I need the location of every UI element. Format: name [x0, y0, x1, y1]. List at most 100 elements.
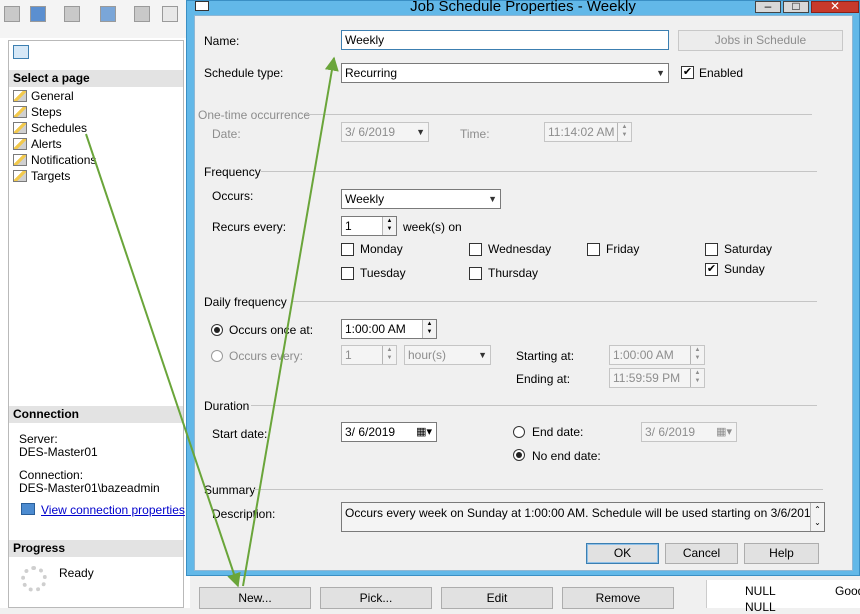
page-item-steps[interactable]: Steps	[13, 104, 62, 120]
summary-group-label: Summary	[204, 483, 256, 497]
recurs-every-spinner[interactable]: 1 ▲ ▼	[341, 216, 397, 236]
page-item-general[interactable]: General	[13, 88, 74, 104]
minimize-button[interactable]: –	[755, 0, 781, 13]
start-date-picker[interactable]: 3/ 6/2019 ▦▾	[341, 422, 437, 442]
page-icon	[13, 154, 27, 166]
page-item-schedules[interactable]: Schedules	[13, 120, 87, 136]
one-time-date-value: 3/ 6/2019	[345, 125, 396, 139]
jobs-in-schedule-button[interactable]: Jobs in Schedule	[678, 30, 843, 51]
grid-cell[interactable]: NULL	[745, 584, 776, 598]
friday-checkbox[interactable]	[587, 243, 600, 256]
sunday-label: Sunday	[724, 262, 765, 276]
maximize-button[interactable]: □	[783, 0, 809, 13]
ok-button[interactable]: OK	[586, 543, 659, 564]
occurs-value: Weekly	[345, 192, 385, 206]
page-item-notifications[interactable]: Notifications	[13, 152, 96, 168]
ending-at-value: 11:59:59 PM	[613, 371, 681, 385]
occurs-label: Occurs:	[212, 189, 254, 203]
one-time-time-spinner: 11:14:02 AM ▲ ▼	[544, 122, 632, 142]
thursday-label: Thursday	[488, 266, 539, 280]
page-icon	[13, 122, 27, 134]
page-icon	[13, 138, 27, 150]
page-item-label: Targets	[31, 169, 71, 183]
page-item-label: Notifications	[31, 153, 97, 167]
end-date-radio[interactable]	[513, 426, 525, 438]
chevron-down-icon: ▼	[488, 194, 497, 204]
connection-properties-icon[interactable]	[21, 503, 35, 515]
enabled-label: Enabled	[699, 66, 744, 80]
occurs-select[interactable]: Weekly ▼	[341, 189, 501, 209]
monday-checkbox[interactable]	[341, 243, 354, 256]
results-grid: NULL Good NULL	[706, 580, 860, 614]
progress-status: Ready	[59, 566, 94, 580]
end-date-value: 3/ 6/2019	[645, 425, 696, 439]
grid-cell[interactable]: NULL	[745, 600, 776, 614]
sunday-checkbox[interactable]: ✔	[705, 263, 718, 276]
page-icon	[13, 90, 27, 102]
page-item-label: General	[31, 89, 74, 103]
frequency-group-label: Frequency	[204, 165, 261, 179]
server-value: DES-Master01	[19, 445, 98, 459]
schedule-type-select[interactable]: Recurring ▼	[341, 63, 669, 83]
close-button[interactable]: ✕	[811, 0, 859, 13]
wednesday-checkbox[interactable]	[469, 243, 482, 256]
spinner-arrows-icon[interactable]: ▲ ▼	[382, 217, 396, 235]
enabled-checkbox[interactable]: ✔	[681, 66, 694, 79]
cancel-button[interactable]: Cancel	[665, 543, 738, 564]
calendar-icon[interactable]: ▦▾	[416, 426, 432, 438]
spinner-arrows-icon: ▲ ▼	[382, 346, 396, 364]
remove-schedule-button[interactable]: Remove	[562, 587, 674, 609]
description-textbox[interactable]: Occurs every week on Sunday at 1:00:00 A…	[341, 502, 825, 532]
occurs-every-spinner: 1 ▲ ▼	[341, 345, 397, 365]
chevron-down-icon: ▼	[656, 68, 665, 78]
one-time-date-picker: 3/ 6/2019 ▼	[341, 122, 429, 142]
server-label: Server:	[19, 432, 58, 446]
group-divider	[253, 489, 823, 490]
occurs-once-radio[interactable]	[211, 324, 223, 336]
paste-icon[interactable]	[4, 6, 20, 22]
saturday-checkbox[interactable]	[705, 243, 718, 256]
one-time-time-label: Time:	[460, 127, 490, 141]
no-end-date-label: No end date:	[532, 449, 601, 463]
spinner-arrows-icon: ▲ ▼	[690, 346, 704, 364]
occurs-every-label: Occurs every:	[229, 349, 304, 363]
no-end-date-radio[interactable]	[513, 449, 525, 461]
occurs-once-time-value: 1:00:00 AM	[345, 322, 406, 336]
page-icon	[13, 170, 27, 182]
recurs-every-unit: week(s) on	[403, 220, 462, 234]
undo-icon[interactable]	[30, 6, 46, 22]
view-connection-properties-link[interactable]: View connection properties	[41, 503, 185, 517]
pick-schedule-button[interactable]: Pick...	[320, 587, 432, 609]
page-item-targets[interactable]: Targets	[13, 168, 70, 184]
occurs-every-radio[interactable]	[211, 350, 223, 362]
spinner-arrows-icon[interactable]: ▲ ▼	[422, 320, 436, 338]
new-schedule-button[interactable]: New...	[199, 587, 311, 609]
window-icon[interactable]	[134, 6, 150, 22]
connection-value: DES-Master01\bazeadmin	[19, 481, 160, 495]
starting-at-label: Starting at:	[516, 349, 575, 363]
thursday-checkbox[interactable]	[469, 267, 482, 280]
chevron-down-icon: ▼	[416, 127, 425, 137]
description-label: Description:	[212, 507, 276, 521]
occurs-once-label: Occurs once at:	[229, 323, 314, 337]
start-date-value: 3/ 6/2019	[345, 425, 396, 439]
wednesday-label: Wednesday	[488, 242, 552, 256]
chart-icon[interactable]	[162, 6, 178, 22]
grid-cell[interactable]: Good	[835, 584, 860, 598]
save-icon[interactable]	[100, 6, 116, 22]
redo-icon[interactable]	[64, 6, 80, 22]
help-button[interactable]: Help	[744, 543, 819, 564]
page-item-alerts[interactable]: Alerts	[13, 136, 62, 152]
scrollbar-arrows-icon[interactable]: ⌃ ⌄	[810, 503, 824, 531]
occurs-once-time-spinner[interactable]: 1:00:00 AM ▲ ▼	[341, 319, 437, 339]
progress-header: Progress	[9, 540, 183, 557]
schedule-type-value: Recurring	[345, 66, 398, 80]
tuesday-checkbox[interactable]	[341, 267, 354, 280]
dialog-icon	[13, 45, 29, 59]
daily-frequency-group-label: Daily frequency	[204, 295, 287, 309]
monday-label: Monday	[360, 242, 403, 256]
name-input[interactable]: Weekly	[341, 30, 669, 50]
starting-at-spinner: 1:00:00 AM ▲ ▼	[609, 345, 705, 365]
edit-schedule-button[interactable]: Edit	[441, 587, 553, 609]
end-date-label: End date:	[532, 425, 584, 439]
